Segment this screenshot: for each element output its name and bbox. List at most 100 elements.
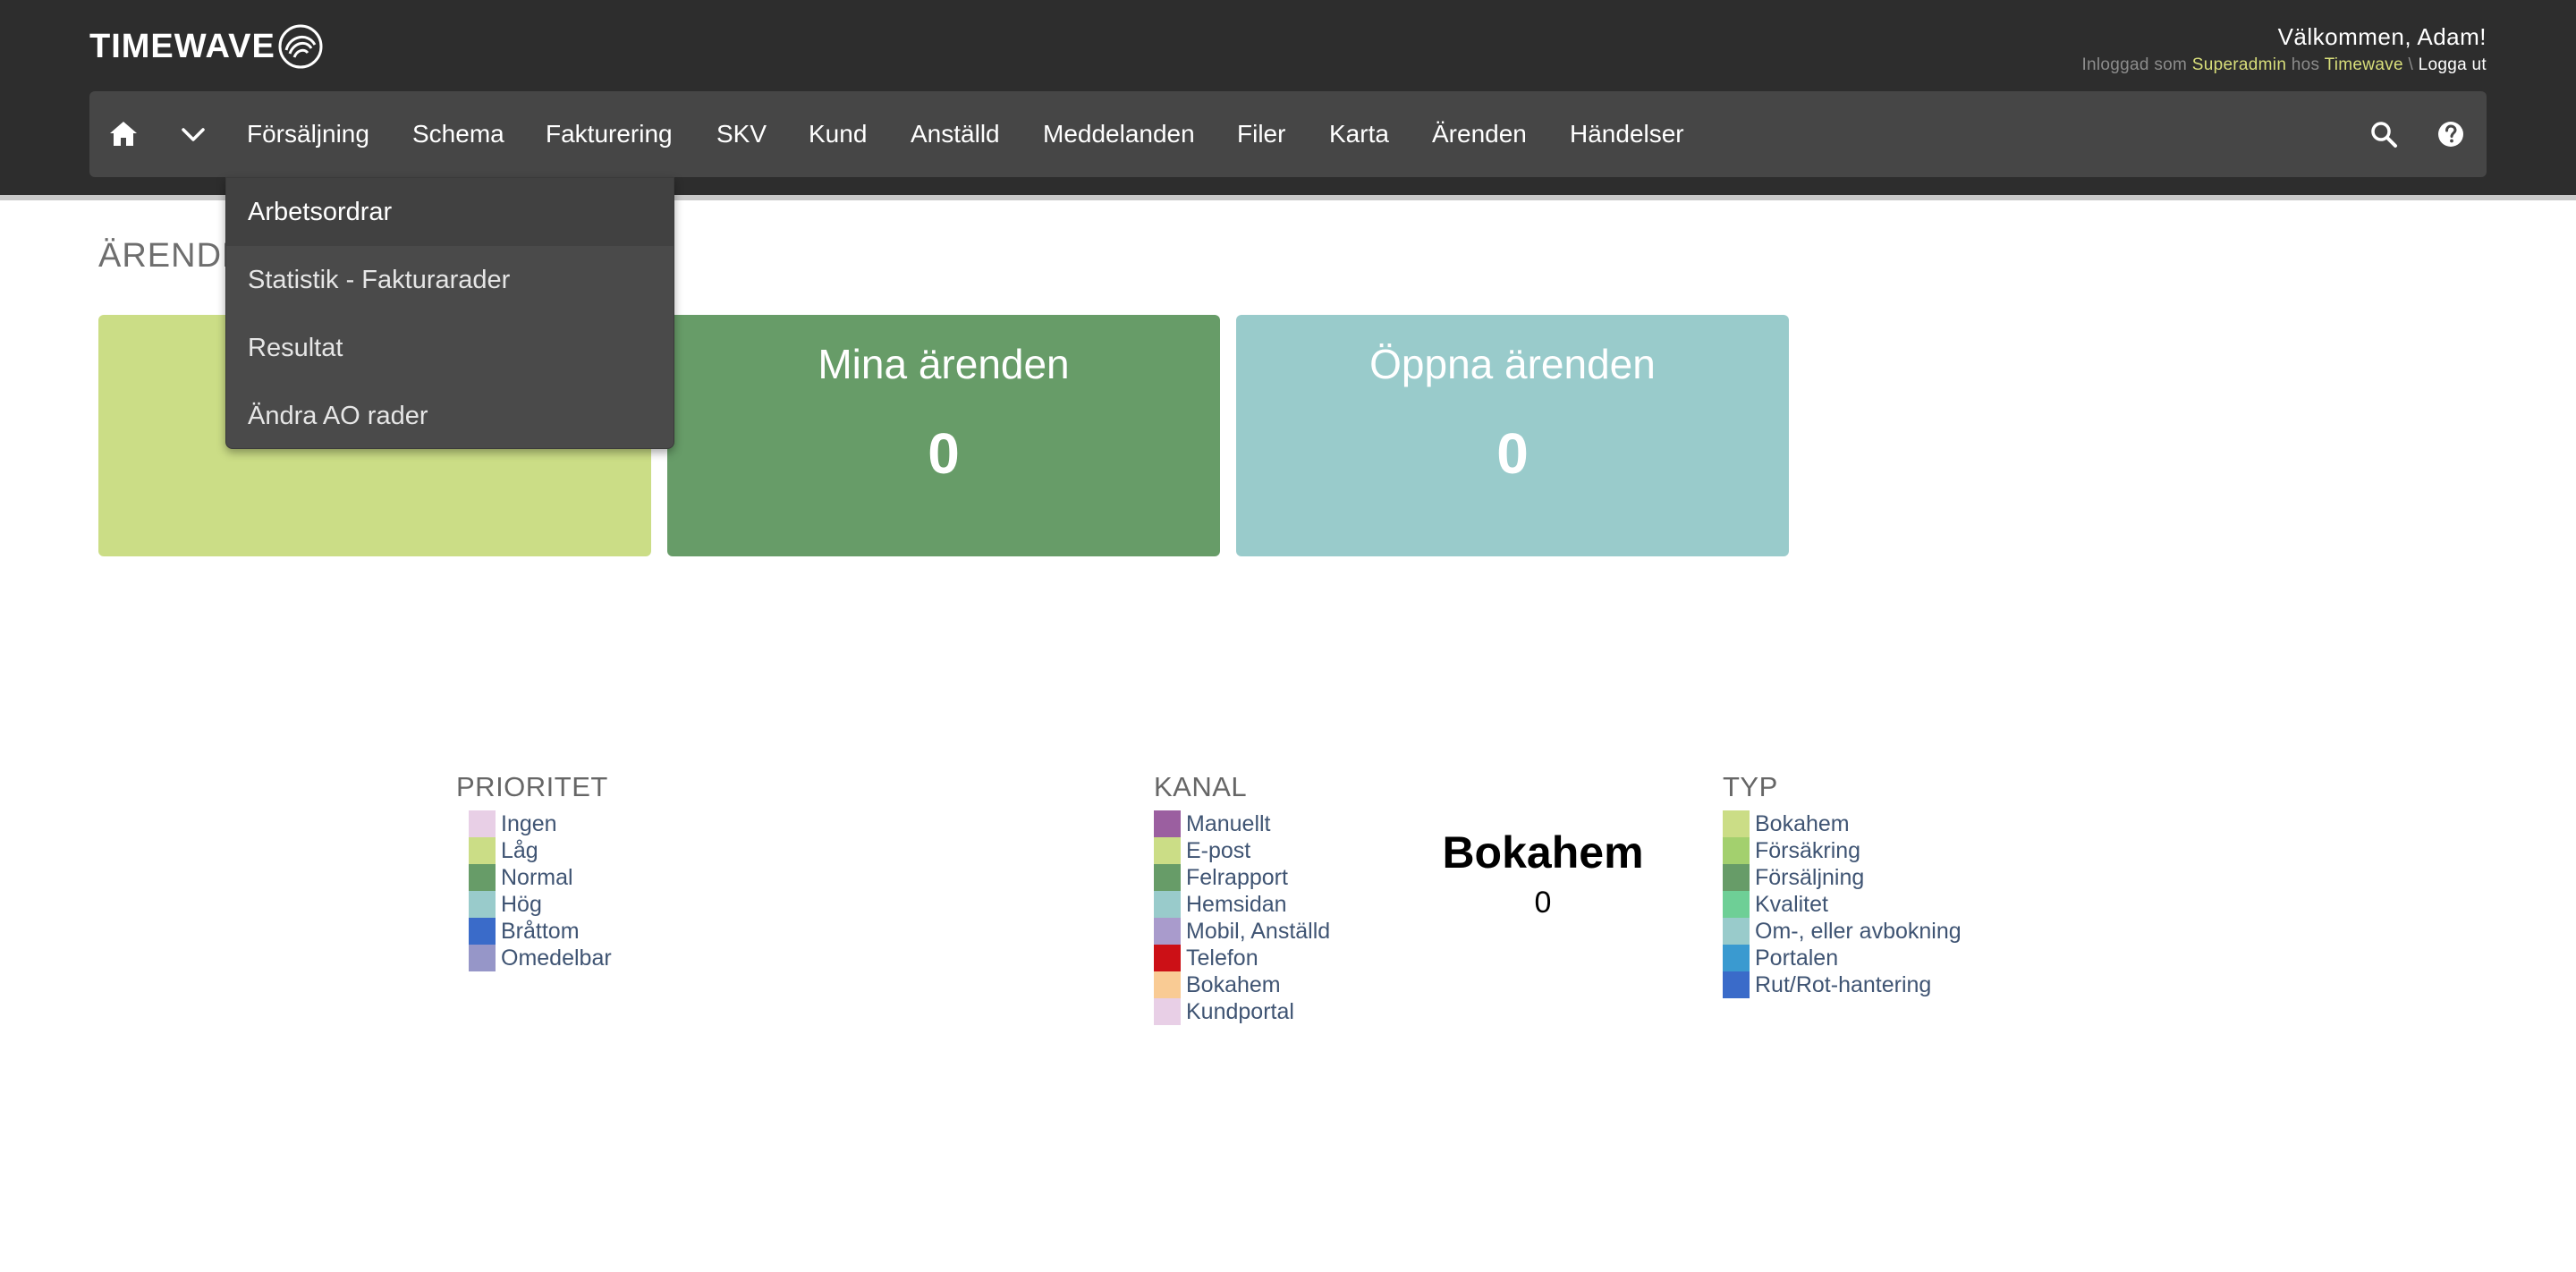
- legend-item[interactable]: Kvalitet: [1723, 891, 1962, 918]
- legend-label: E-post: [1186, 837, 1251, 863]
- logout-link[interactable]: Logga ut: [2419, 55, 2487, 74]
- user-role-link[interactable]: Superadmin: [2192, 55, 2286, 74]
- search-icon[interactable]: [2368, 118, 2400, 150]
- company-link[interactable]: Timewave: [2325, 55, 2403, 74]
- legend-item[interactable]: Hög: [469, 891, 612, 918]
- legend-label: Bokahem: [1186, 971, 1281, 997]
- legend-item[interactable]: Försäljning: [1723, 864, 1962, 891]
- legend-swatch: [1723, 864, 1750, 891]
- nav-schema[interactable]: Schema: [412, 91, 504, 177]
- menu-item-statistik-fakturarader[interactable]: Statistik - Fakturarader: [226, 246, 674, 314]
- nav-fakturering[interactable]: Fakturering: [546, 91, 673, 177]
- legend-swatch: [1154, 998, 1181, 1025]
- legend-item[interactable]: Bråttom: [469, 918, 612, 945]
- legend-item[interactable]: Mobil, Anställd: [1154, 918, 1330, 945]
- chevron-down-icon[interactable]: [177, 118, 209, 150]
- legend-label: Kundportal: [1186, 998, 1294, 1024]
- home-icon[interactable]: [107, 118, 140, 150]
- legend-item[interactable]: Bokahem: [1723, 810, 1962, 837]
- legend-item[interactable]: Rut/Rot-hantering: [1723, 971, 1962, 998]
- legend-item[interactable]: Försäkring: [1723, 837, 1962, 864]
- card-mina-arenden[interactable]: Mina ärenden 0: [667, 315, 1220, 556]
- legend-label: Manuellt: [1186, 810, 1271, 836]
- nav-kund[interactable]: Kund: [809, 91, 867, 177]
- nav-meddelanden[interactable]: Meddelanden: [1043, 91, 1195, 177]
- legend-swatch: [1154, 837, 1181, 864]
- nav-filer[interactable]: Filer: [1237, 91, 1285, 177]
- legend-item[interactable]: Låg: [469, 837, 612, 864]
- legend-item[interactable]: Om-, eller avbokning: [1723, 918, 1962, 945]
- legend-item[interactable]: Normal: [469, 864, 612, 891]
- legend-item[interactable]: Omedelbar: [469, 945, 612, 971]
- nav-karta[interactable]: Karta: [1329, 91, 1389, 177]
- forsaljning-dropdown-menu: Arbetsordrar Statistik - Fakturarader Re…: [225, 177, 674, 449]
- legend-label: Telefon: [1186, 945, 1258, 971]
- legend-swatch: [1154, 810, 1181, 837]
- legend-label: Ingen: [501, 810, 557, 836]
- legend-swatch: [1723, 837, 1750, 864]
- legend-swatch: [1154, 891, 1181, 918]
- legend-item[interactable]: E-post: [1154, 837, 1330, 864]
- legend-label: Mobil, Anställd: [1186, 918, 1331, 944]
- card-oppna-arenden[interactable]: Öppna ärenden 0: [1236, 315, 1789, 556]
- card-title: Mina ärenden: [818, 341, 1070, 387]
- legend-item[interactable]: Manuellt: [1154, 810, 1330, 837]
- legend-label: Om-, eller avbokning: [1755, 918, 1962, 944]
- legend-swatch: [1154, 864, 1181, 891]
- legend-title-prioritet: PRIORITET: [456, 771, 608, 802]
- legend-item[interactable]: Portalen: [1723, 945, 1962, 971]
- legend-swatch: [1723, 810, 1750, 837]
- menu-item-andra-ao-rader[interactable]: Ändra AO rader: [226, 382, 674, 450]
- legend-typ: Bokahem Försäkring Försäljning Kvalitet Om-,…: [1723, 810, 1962, 998]
- legend-item[interactable]: Felrapport: [1154, 864, 1330, 891]
- timewave-logo[interactable]: TIMEWAVE: [89, 20, 324, 73]
- legend-item[interactable]: Ingen: [469, 810, 612, 837]
- nav-handelser[interactable]: Händelser: [1570, 91, 1684, 177]
- legend-item[interactable]: Telefon: [1154, 945, 1330, 971]
- card-value: 0: [1496, 421, 1529, 486]
- login-info: Inloggad som Superadmin hos Timewave \ L…: [2081, 55, 2487, 75]
- legend-prioritet: Ingen Låg Normal Hög Bråttom Omedelbar: [469, 810, 612, 971]
- legend-swatch: [469, 945, 496, 971]
- login-prefix: Inloggad som: [2081, 55, 2188, 74]
- card-value: 0: [928, 421, 960, 486]
- legend-label: Låg: [501, 837, 538, 863]
- legend-swatch: [469, 810, 496, 837]
- legend-swatch: [1154, 971, 1181, 998]
- menu-item-arbetsordrar[interactable]: Arbetsordrar: [226, 178, 674, 246]
- legend-title-kanal: KANAL: [1154, 771, 1248, 802]
- help-icon[interactable]: [2435, 118, 2467, 150]
- chart-center-title: Bokahem: [1442, 827, 1644, 878]
- legend-item[interactable]: Kundportal: [1154, 998, 1330, 1025]
- legend-item[interactable]: Hemsidan: [1154, 891, 1330, 918]
- legend-label: Försäljning: [1755, 864, 1865, 890]
- legend-swatch: [1723, 891, 1750, 918]
- legend-label: Hemsidan: [1186, 891, 1287, 917]
- nav-forsaljning[interactable]: Försäljning: [247, 91, 369, 177]
- legend-swatch: [1154, 945, 1181, 971]
- welcome-message: Välkommen, Adam!: [2277, 23, 2487, 50]
- legend-title-typ: TYP: [1723, 771, 1778, 802]
- legend-label: Bokahem: [1755, 810, 1850, 836]
- legend-swatch: [469, 837, 496, 864]
- legend-label: Felrapport: [1186, 864, 1288, 890]
- legend-swatch: [1154, 918, 1181, 945]
- legend-swatch: [1723, 918, 1750, 945]
- legend-label: Bråttom: [501, 918, 580, 944]
- main-navbar: Försäljning Schema Fakturering SKV Kund …: [89, 91, 2487, 177]
- menu-item-resultat[interactable]: Resultat: [226, 314, 674, 382]
- legend-swatch: [469, 918, 496, 945]
- legend-swatch: [1723, 971, 1750, 998]
- top-header: TIMEWAVE Välkommen, Adam! Inloggad som S…: [0, 0, 2576, 195]
- logo-text: TIMEWAVE: [89, 27, 275, 65]
- nav-skv[interactable]: SKV: [716, 91, 767, 177]
- legend-label: Omedelbar: [501, 945, 612, 971]
- chart-center-value: 0: [1534, 886, 1552, 920]
- nav-anstalld[interactable]: Anställd: [911, 91, 1000, 177]
- legend-swatch: [469, 864, 496, 891]
- legend-item[interactable]: Bokahem: [1154, 971, 1330, 998]
- nav-arenden[interactable]: Ärenden: [1432, 91, 1527, 177]
- legend-label: Rut/Rot-hantering: [1755, 971, 1932, 997]
- card-title: Öppna ärenden: [1369, 341, 1656, 387]
- legend-label: Hög: [501, 891, 542, 917]
